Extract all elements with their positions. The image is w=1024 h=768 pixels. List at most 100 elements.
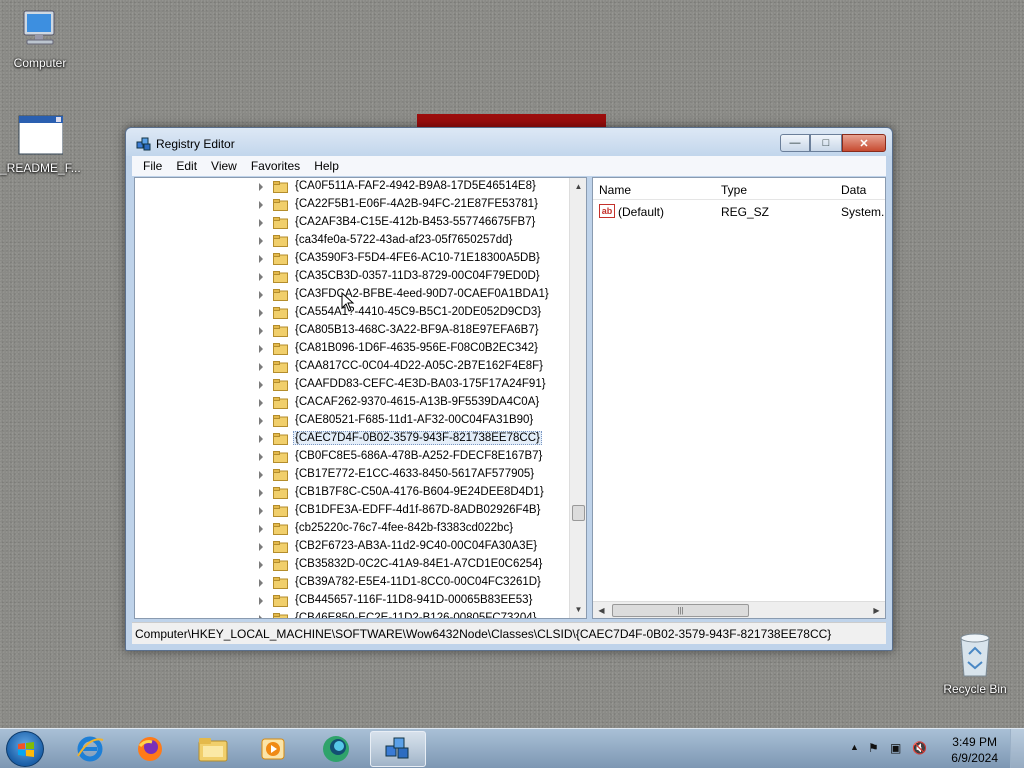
scroll-right-arrow-icon[interactable]: ▶ (868, 602, 885, 618)
close-button[interactable]: ✕ (842, 134, 886, 152)
expand-arrow-icon[interactable] (259, 453, 263, 461)
tree-item[interactable]: {CAE80521-F685-11d1-AF32-00C04FA31B90} (135, 412, 575, 430)
tree-item[interactable]: {CB0FC8E5-686A-478B-A252-FDECF8E167B7} (135, 448, 575, 466)
tree-item[interactable]: {CB35832D-0C2C-41A9-84E1-A7CD1E0C6254} (135, 556, 575, 574)
folder-icon (273, 325, 288, 337)
tree-item[interactable]: {CB1DFE3A-EDFF-4d1f-867D-8ADB02926F4B} (135, 502, 575, 520)
tree-item[interactable]: {CAA817CC-0C04-4D22-A05C-2B7E162F4E8F} (135, 358, 575, 376)
expand-arrow-icon[interactable] (259, 417, 263, 425)
registry-editor-icon (136, 137, 151, 151)
column-name-header[interactable]: Name (599, 183, 631, 197)
tree-item[interactable]: {CB46E850-EC2E-11D2-B126-00805FC73204} (135, 610, 575, 618)
folder-icon (273, 379, 288, 391)
taskbar-firefox[interactable] (122, 731, 178, 767)
tree-item[interactable]: {CA2AF3B4-C15E-412b-B453-557746675FB7} (135, 214, 575, 232)
expand-arrow-icon[interactable] (259, 507, 263, 515)
expand-arrow-icon[interactable] (259, 543, 263, 551)
tree-item[interactable]: {CA554A1?-4410-45C9-B5C1-20DE052D9CD3} (135, 304, 575, 322)
system-tray: ▲ ⚑ ▣ 🔇 3:49 PM 6/9/2024 (824, 729, 1024, 768)
scrollbar-thumb[interactable] (572, 505, 585, 521)
tree-item[interactable]: {CA805B13-468C-3A22-BF9A-818E97EFA6B7} (135, 322, 575, 340)
desktop-icon-computer[interactable]: Computer (0, 8, 80, 70)
taskbar-internet-explorer[interactable] (62, 731, 118, 767)
expand-arrow-icon[interactable] (259, 237, 263, 245)
tree-item[interactable]: {CA3590F3-F5D4-4FE6-AC10-71E18300A5DB} (135, 250, 575, 268)
expand-arrow-icon[interactable] (259, 291, 263, 299)
tree-item[interactable]: {CB1B7F8C-C50A-4176-B604-9E24DEE8D4D1} (135, 484, 575, 502)
expand-arrow-icon[interactable] (259, 273, 263, 281)
network-icon[interactable]: ▣ (890, 741, 901, 755)
tree-item[interactable]: {CB39A782-E5E4-11D1-8CC0-00C04FC3261D} (135, 574, 575, 592)
desktop-icon-recycle-bin[interactable]: Recycle Bin (935, 630, 1015, 696)
tree-item[interactable]: {CAEC7D4F-0B02-3579-943F-821738EE78CC} (135, 430, 575, 448)
menu-file[interactable]: File (136, 159, 169, 173)
expand-arrow-icon[interactable] (259, 435, 263, 443)
scroll-up-arrow-icon[interactable]: ▲ (570, 178, 586, 195)
taskbar-windows-explorer[interactable] (185, 731, 241, 767)
values-horizontal-scrollbar[interactable]: ◀ ||| ▶ (593, 601, 885, 618)
minimize-button[interactable]: — (780, 134, 810, 152)
expand-arrow-icon[interactable] (259, 525, 263, 533)
scroll-left-arrow-icon[interactable]: ◀ (593, 602, 610, 618)
expand-arrow-icon[interactable] (259, 345, 263, 353)
scroll-down-arrow-icon[interactable]: ▼ (570, 601, 586, 618)
column-data-header[interactable]: Data (841, 183, 866, 197)
expand-arrow-icon[interactable] (259, 363, 263, 371)
action-center-flag-icon[interactable]: ⚑ (868, 741, 879, 755)
value-row[interactable]: ab (Default) REG_SZ System. (593, 202, 885, 222)
tree-vertical-scrollbar[interactable]: ▲ ▼ (569, 178, 586, 618)
menu-help[interactable]: Help (307, 159, 346, 173)
volume-muted-icon[interactable]: 🔇 (912, 741, 927, 755)
taskbar-registry-editor[interactable] (370, 731, 426, 767)
folder-icon (273, 469, 288, 481)
menu-edit[interactable]: Edit (169, 159, 204, 173)
expand-arrow-icon[interactable] (259, 489, 263, 497)
registry-tree-pane[interactable]: {CA0F511A-FAF2-4942-B9A8-17D5E46514E8} {C… (134, 177, 587, 619)
tree-item[interactable]: {CB2F6723-AB3A-11d2-9C40-00C04FA30A3E} (135, 538, 575, 556)
tree-item[interactable]: {CAAFDD83-CEFC-4E3D-BA03-175F17A24F91} (135, 376, 575, 394)
tree-item[interactable]: {CACAF262-9370-4615-A13B-9F5539DA4C0A} (135, 394, 575, 412)
expand-arrow-icon[interactable] (259, 579, 263, 587)
tree-item[interactable]: {cb25220c-76c7-4fee-842b-f3383cd022bc} (135, 520, 575, 538)
show-hidden-icons-icon[interactable]: ▲ (850, 742, 859, 752)
tree-item[interactable]: {CA35CB3D-0357-11D3-8729-00C04F79ED0D} (135, 268, 575, 286)
expand-arrow-icon[interactable] (259, 615, 263, 618)
expand-arrow-icon[interactable] (259, 597, 263, 605)
taskbar-media-player[interactable] (245, 731, 301, 767)
expand-arrow-icon[interactable] (259, 309, 263, 317)
tree-item[interactable]: {CA22F5B1-E06F-4A2B-94FC-21E87FE53781} (135, 196, 575, 214)
title-bar[interactable]: Registry Editor — □ ✕ (126, 128, 892, 156)
expand-arrow-icon[interactable] (259, 183, 263, 191)
browser-icon (323, 736, 349, 762)
expand-arrow-icon[interactable] (259, 219, 263, 227)
expand-arrow-icon[interactable] (259, 561, 263, 569)
desktop-icon-readme[interactable]: _README_F... (0, 113, 81, 175)
menu-favorites[interactable]: Favorites (244, 159, 307, 173)
expand-arrow-icon[interactable] (259, 471, 263, 479)
status-bar: Computer\HKEY_LOCAL_MACHINE\SOFTWARE\Wow… (132, 622, 886, 644)
taskbar-browser[interactable] (308, 731, 364, 767)
column-type-header[interactable]: Type (721, 183, 747, 197)
tree-item[interactable]: {ca34fe0a-5722-43ad-af23-05f7650257dd} (135, 232, 575, 250)
registry-values-pane[interactable]: Name Type Data ab (Default) REG_SZ Syste… (592, 177, 886, 619)
show-desktop-button[interactable] (1010, 729, 1024, 768)
window-title: Registry Editor (156, 137, 235, 151)
expand-arrow-icon[interactable] (259, 381, 263, 389)
tree-item[interactable]: {CA81B096-1D6F-4635-956E-F08C0B2EC342} (135, 340, 575, 358)
clock[interactable]: 3:49 PM 6/9/2024 (951, 734, 998, 766)
registry-editor-window[interactable]: Registry Editor — □ ✕ File Edit View Fav… (125, 127, 893, 651)
menu-view[interactable]: View (204, 159, 244, 173)
expand-arrow-icon[interactable] (259, 255, 263, 263)
tree-item[interactable]: {CA0F511A-FAF2-4942-B9A8-17D5E46514E8} (135, 178, 575, 196)
tree-item[interactable]: {CB17E772-E1CC-4633-8450-5617AF577905} (135, 466, 575, 484)
expand-arrow-icon[interactable] (259, 399, 263, 407)
tree-item-label: {CA22F5B1-E06F-4A2B-94FC-21E87FE53781} (295, 198, 538, 210)
expand-arrow-icon[interactable] (259, 201, 263, 209)
scrollbar-thumb[interactable]: ||| (612, 604, 749, 617)
expand-arrow-icon[interactable] (259, 327, 263, 335)
maximize-button[interactable]: □ (810, 134, 842, 152)
tree-item-label: {CB1B7F8C-C50A-4176-B604-9E24DEE8D4D1} (295, 486, 544, 498)
start-button[interactable] (6, 731, 44, 767)
tree-item[interactable]: {CA3FDCA2-BFBE-4eed-90D7-0CAEF0A1BDA1} (135, 286, 575, 304)
tree-item[interactable]: {CB445657-116F-11D8-941D-00065B83EE53} (135, 592, 575, 610)
